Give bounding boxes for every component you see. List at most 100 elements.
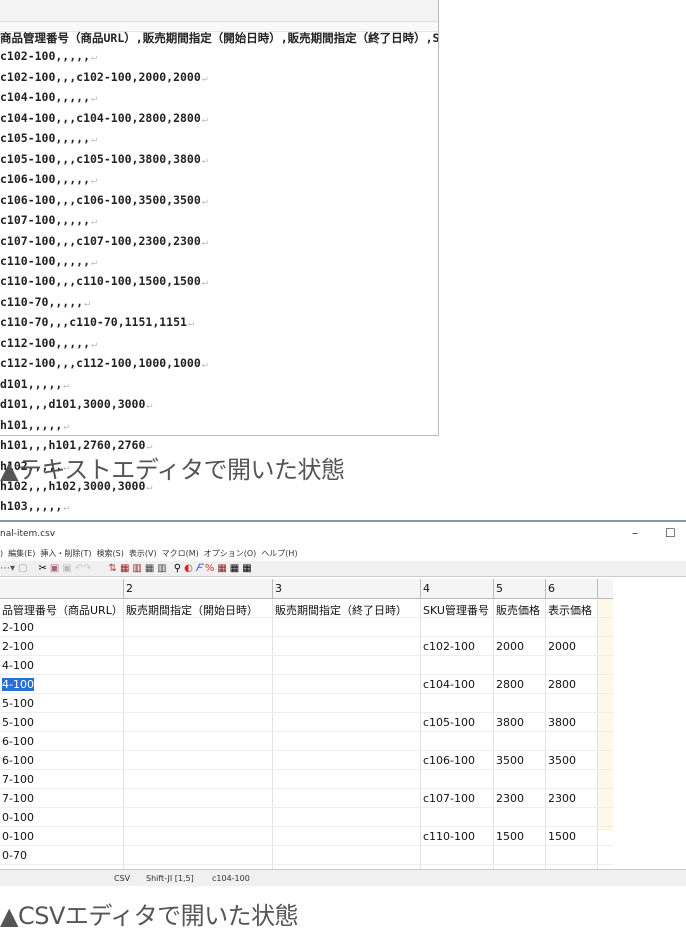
cell[interactable] — [546, 808, 598, 826]
cell[interactable] — [124, 770, 273, 788]
cell[interactable] — [546, 618, 598, 636]
cell[interactable] — [494, 846, 546, 864]
cell[interactable]: 4-100 — [0, 675, 124, 693]
search-icon[interactable]: ⚲ — [174, 563, 181, 574]
cell[interactable] — [124, 656, 273, 674]
cell[interactable]: c106-100 — [421, 751, 494, 769]
insert-row-icon[interactable]: ▦ — [120, 563, 129, 574]
cell[interactable] — [421, 694, 494, 712]
cell[interactable] — [421, 770, 494, 788]
cell[interactable]: 2800 — [494, 675, 546, 693]
cell[interactable] — [494, 694, 546, 712]
cell[interactable]: 2300 — [494, 789, 546, 807]
cell[interactable] — [124, 751, 273, 769]
cell[interactable] — [273, 713, 421, 731]
cell[interactable]: 5-100 — [0, 713, 124, 731]
cell[interactable]: 販売価格 — [494, 599, 546, 617]
cell[interactable]: 3800 — [494, 713, 546, 731]
cell[interactable] — [494, 618, 546, 636]
paste-icon[interactable]: ▣ — [62, 563, 71, 574]
cell[interactable] — [494, 770, 546, 788]
cell[interactable]: 販売期間指定（開始日時） — [124, 599, 273, 617]
cell[interactable] — [421, 808, 494, 826]
cell[interactable] — [124, 827, 273, 845]
cell[interactable]: 3500 — [494, 751, 546, 769]
cell[interactable]: c105-100 — [421, 713, 494, 731]
cell[interactable]: 3 — [273, 579, 421, 598]
cell[interactable]: 2-100 — [0, 618, 124, 636]
cell[interactable]: 2 — [124, 579, 273, 598]
cell[interactable] — [494, 656, 546, 674]
cut-icon[interactable]: ✂ — [38, 563, 46, 574]
cell[interactable]: 3800 — [546, 713, 598, 731]
cell[interactable] — [421, 618, 494, 636]
cell[interactable]: c102-100 — [421, 637, 494, 655]
cell[interactable]: 2300 — [546, 789, 598, 807]
cell[interactable] — [273, 789, 421, 807]
cell[interactable] — [124, 618, 273, 636]
menu-item[interactable]: オプション(O) — [204, 549, 257, 558]
cell[interactable]: 1500 — [546, 827, 598, 845]
cell[interactable]: 4-100 — [0, 656, 124, 674]
insert-col-icon[interactable]: ▥ — [132, 563, 141, 574]
cell[interactable] — [273, 694, 421, 712]
cell[interactable] — [124, 694, 273, 712]
cell[interactable] — [546, 770, 598, 788]
percent-icon[interactable]: % — [205, 563, 215, 574]
cell[interactable] — [0, 579, 124, 598]
text-editor-content[interactable]: 商品管理番号（商品URL）,販売期間指定（開始日時）,販売期間指定（終了日時）,… — [0, 29, 438, 518]
cell[interactable]: 4 — [421, 579, 494, 598]
font-icon[interactable]: 𝐹 — [196, 563, 202, 574]
cell[interactable]: 6-100 — [0, 751, 124, 769]
cell[interactable] — [494, 732, 546, 750]
cell[interactable]: 3500 — [546, 751, 598, 769]
undo-redo-icon[interactable]: ↶↷ — [75, 563, 92, 574]
cell[interactable]: c107-100 — [421, 789, 494, 807]
cell[interactable] — [124, 808, 273, 826]
cell[interactable]: c110-100 — [421, 827, 494, 845]
copy-icon[interactable]: ▣ — [50, 563, 59, 574]
cell[interactable] — [273, 770, 421, 788]
save-icon[interactable]: ▢ — [18, 563, 27, 574]
view-grid-icon-3[interactable]: ▦ — [242, 563, 251, 574]
cell[interactable]: 7-100 — [0, 770, 124, 788]
cell[interactable] — [273, 618, 421, 636]
cell[interactable]: 7-100 — [0, 789, 124, 807]
cell[interactable] — [124, 789, 273, 807]
maximize-button[interactable]: ☐ — [665, 526, 676, 540]
csv-grid[interactable]: 2 3 4 5 6 品管理番号（商品URL） 販売期間指定（開始日時） 販売期間指定（終了日時… — [0, 579, 613, 884]
cell[interactable] — [421, 846, 494, 864]
cell[interactable] — [546, 656, 598, 674]
cell[interactable]: 6-100 — [0, 732, 124, 750]
view-grid-icon-1[interactable]: ▦ — [217, 563, 226, 574]
cell[interactable] — [124, 637, 273, 655]
delete-row-icon[interactable]: ▦ — [145, 563, 154, 574]
cell[interactable]: 0-70 — [0, 846, 124, 864]
menu-item[interactable]: マクロ(M) — [162, 549, 199, 558]
cell[interactable] — [421, 656, 494, 674]
menu-item[interactable]: 挿入・削除(T) — [40, 549, 91, 558]
cell[interactable] — [273, 751, 421, 769]
cell[interactable] — [124, 713, 273, 731]
delete-col-icon[interactable]: ▥ — [157, 563, 166, 574]
cell[interactable] — [124, 675, 273, 693]
cell[interactable]: 5 — [494, 579, 546, 598]
cell[interactable]: 2-100 — [0, 637, 124, 655]
cell[interactable] — [124, 846, 273, 864]
cell[interactable] — [273, 656, 421, 674]
cell[interactable] — [546, 732, 598, 750]
cell[interactable]: 0-100 — [0, 827, 124, 845]
cell[interactable]: SKU管理番号 — [421, 599, 494, 617]
cell[interactable] — [273, 808, 421, 826]
cell[interactable] — [273, 637, 421, 655]
menu-item[interactable]: 検索(S) — [97, 549, 124, 558]
cell[interactable]: 1500 — [494, 827, 546, 845]
cell[interactable]: 2000 — [546, 637, 598, 655]
cell[interactable] — [273, 827, 421, 845]
menu-item[interactable]: ) — [0, 549, 3, 558]
cell[interactable]: 0-100 — [0, 808, 124, 826]
menu-item[interactable]: 編集(E) — [8, 549, 35, 558]
cell[interactable]: 6 — [546, 579, 598, 598]
menu-item[interactable]: ヘルプ(H) — [261, 549, 297, 558]
cell[interactable]: 品管理番号（商品URL） — [0, 599, 124, 617]
